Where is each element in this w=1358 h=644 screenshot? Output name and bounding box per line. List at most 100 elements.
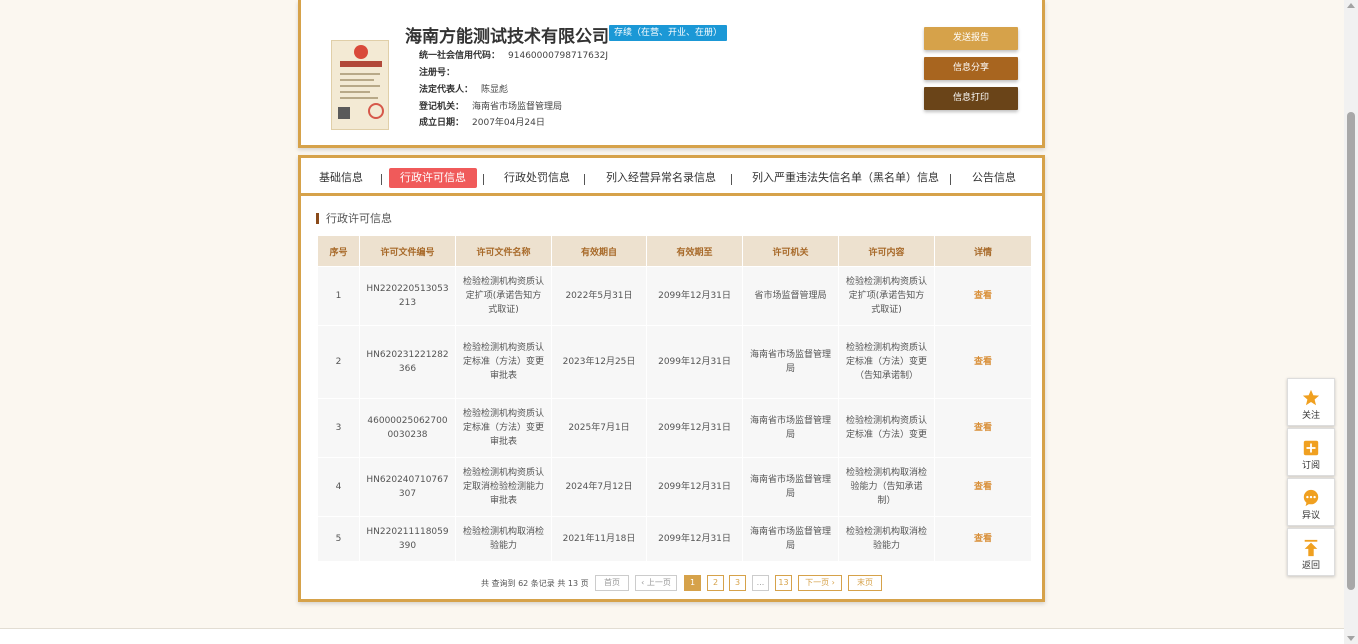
valid-from: 2021年11月18日: [551, 516, 647, 562]
subscribe-button[interactable]: 订阅: [1287, 428, 1335, 476]
send-report-button[interactable]: 发送报告: [924, 27, 1018, 50]
next-page-button[interactable]: 下一页 ›: [798, 575, 842, 591]
tab-admin-penalty[interactable]: 行政处罚信息: [504, 168, 570, 188]
subscribe-label: 订阅: [1301, 461, 1320, 471]
registration-authority-value: 海南省市场监督管理局: [472, 102, 563, 112]
tab-separator: [950, 174, 951, 185]
tab-announcements[interactable]: 公告信息: [972, 168, 1016, 188]
page-button[interactable]: 2: [707, 575, 724, 591]
field-label: 登记机关：: [419, 102, 465, 112]
objection-button[interactable]: 异议: [1287, 478, 1335, 526]
license-code: HN620231221282366: [359, 325, 456, 399]
table-header-row: 序号 许可文件编号 许可文件名称 有效期自 有效期至 许可机关 许可内容 详情: [317, 235, 1032, 267]
column-header: 许可内容: [838, 235, 935, 267]
established-date-value: 2007年04月24日: [472, 118, 545, 128]
row-number: 3: [317, 398, 360, 458]
valid-to: 2099年12月31日: [646, 516, 743, 562]
print-info-button[interactable]: 信息打印: [924, 87, 1018, 110]
first-page-button[interactable]: 首页: [595, 575, 629, 591]
license-text-line: [340, 73, 380, 75]
vertical-scrollbar[interactable]: [1344, 0, 1358, 644]
pagination-summary: 共 查询到 62 条记录 共 13 页: [481, 579, 589, 588]
valid-to: 2099年12月31日: [646, 457, 743, 517]
license-code: HN620240710767307: [359, 457, 456, 517]
back-to-top-label: 返回: [1301, 561, 1320, 571]
share-info-button[interactable]: 信息分享: [924, 57, 1018, 80]
prev-page-button[interactable]: ‹ 上一页: [635, 575, 677, 591]
follow-button[interactable]: 关注: [1287, 378, 1335, 426]
tab-separator: [731, 174, 732, 185]
back-to-top-button[interactable]: 返回: [1287, 528, 1335, 576]
field-label: 成立日期：: [419, 118, 465, 128]
view-detail-link[interactable]: 查看: [934, 325, 1032, 399]
registration-authority-row: 登记机关： 海南省市场监督管理局: [419, 99, 562, 112]
license-authority: 海南省市场监督管理局: [742, 457, 839, 517]
back-to-top-icon: [1304, 539, 1318, 557]
license-authority: 海南省市场监督管理局: [742, 516, 839, 562]
license-content: 检验检测机构资质认定标准（方法）变更（告知承诺制）: [838, 325, 935, 399]
table-row: 5 HN220211118059390 检验检测机构取消检验能力 2021年11…: [317, 516, 1032, 562]
page-button[interactable]: 3: [729, 575, 746, 591]
field-label: 统一社会信用代码：: [419, 51, 501, 61]
main-content-card: 基础信息 行政许可信息 行政处罚信息 列入经营异常名录信息 列入严重违法失信名单…: [298, 155, 1045, 602]
scrollbar-thumb[interactable]: [1347, 112, 1355, 590]
established-date-row: 成立日期： 2007年04月24日: [419, 115, 545, 128]
tab-abnormal-operation[interactable]: 列入经营异常名录信息: [606, 168, 716, 188]
column-header: 许可文件名称: [455, 235, 552, 267]
page-button-current[interactable]: 1: [684, 575, 701, 591]
scroll-down-icon[interactable]: [1347, 636, 1355, 641]
view-detail-link[interactable]: 查看: [934, 398, 1032, 458]
tab-separator: [584, 174, 585, 185]
view-detail-link[interactable]: 查看: [934, 516, 1032, 562]
table-row: 3 460000250627000030238 检验检测机构资质认定标准（方法）…: [317, 398, 1032, 458]
row-number: 5: [317, 516, 360, 562]
table-row: 4 HN620240710767307 检验检测机构资质认定取消检验检测能力审批…: [317, 457, 1032, 517]
row-number: 1: [317, 266, 360, 326]
tab-basic-info[interactable]: 基础信息: [319, 168, 363, 188]
chat-icon: [1303, 489, 1319, 507]
credit-code-row: 统一社会信用代码： 91460000798717632J: [419, 48, 608, 61]
legal-representative-row: 法定代表人： 陈显彪: [419, 82, 508, 95]
license-name: 检验检测机构资质认定扩项(承诺告知方式取证): [455, 266, 552, 326]
license-content: 检验检测机构取消检验能力（告知承诺制）: [838, 457, 935, 517]
license-content: 检验检测机构资质认定扩项(承诺告知方式取证): [838, 266, 935, 326]
row-number: 2: [317, 325, 360, 399]
column-header: 许可机关: [742, 235, 839, 267]
national-emblem-icon: [354, 45, 368, 59]
valid-from: 2022年5月31日: [551, 266, 647, 326]
license-text-line: [340, 85, 380, 87]
credit-code-value: 91460000798717632J: [508, 51, 609, 61]
license-name: 检验检测机构资质认定取消检验检测能力审批表: [455, 457, 552, 517]
page-ellipsis: ...: [752, 575, 769, 591]
column-header: 许可文件编号: [359, 235, 456, 267]
license-text-line: [340, 97, 378, 99]
official-seal-icon: [368, 103, 384, 119]
tab-bar: 基础信息 行政许可信息 行政处罚信息 列入经营异常名录信息 列入严重违法失信名单…: [301, 158, 1042, 196]
license-text-line: [340, 91, 370, 93]
license-name: 检验检测机构资质认定标准（方法）变更审批表: [455, 325, 552, 399]
tab-separator: [381, 174, 382, 185]
tab-admin-license[interactable]: 行政许可信息: [389, 168, 477, 188]
subscribe-icon: [1303, 440, 1319, 456]
legal-representative-value: 陈显彪: [481, 85, 509, 95]
license-table: 序号 许可文件编号 许可文件名称 有效期自 有效期至 许可机关 许可内容 详情 …: [317, 235, 1032, 562]
last-page-button[interactable]: 末页: [848, 575, 882, 591]
view-detail-link[interactable]: 查看: [934, 266, 1032, 326]
license-content: 检验检测机构资质认定标准（方法）变更: [838, 398, 935, 458]
registration-number-row: 注册号：: [419, 65, 463, 78]
license-name: 检验检测机构资质认定标准（方法）变更审批表: [455, 398, 552, 458]
field-label: 法定代表人：: [419, 85, 474, 95]
business-license-image[interactable]: [331, 40, 389, 130]
column-header: 有效期至: [646, 235, 743, 267]
scroll-up-icon[interactable]: [1347, 3, 1355, 8]
valid-from: 2025年7月1日: [551, 398, 647, 458]
page-footer: [0, 628, 1344, 644]
objection-label: 异议: [1301, 511, 1320, 521]
tab-blacklist[interactable]: 列入严重违法失信名单（黑名单）信息: [752, 168, 939, 188]
page-button[interactable]: 13: [775, 575, 792, 591]
status-badge: 存续（在营、开业、在册）: [609, 25, 728, 41]
follow-label: 关注: [1301, 411, 1320, 421]
view-detail-link[interactable]: 查看: [934, 457, 1032, 517]
license-text-line: [340, 79, 374, 81]
pagination: 共 查询到 62 条记录 共 13 页 首页 ‹ 上一页 1 2 3 ... 1…: [301, 574, 1042, 592]
